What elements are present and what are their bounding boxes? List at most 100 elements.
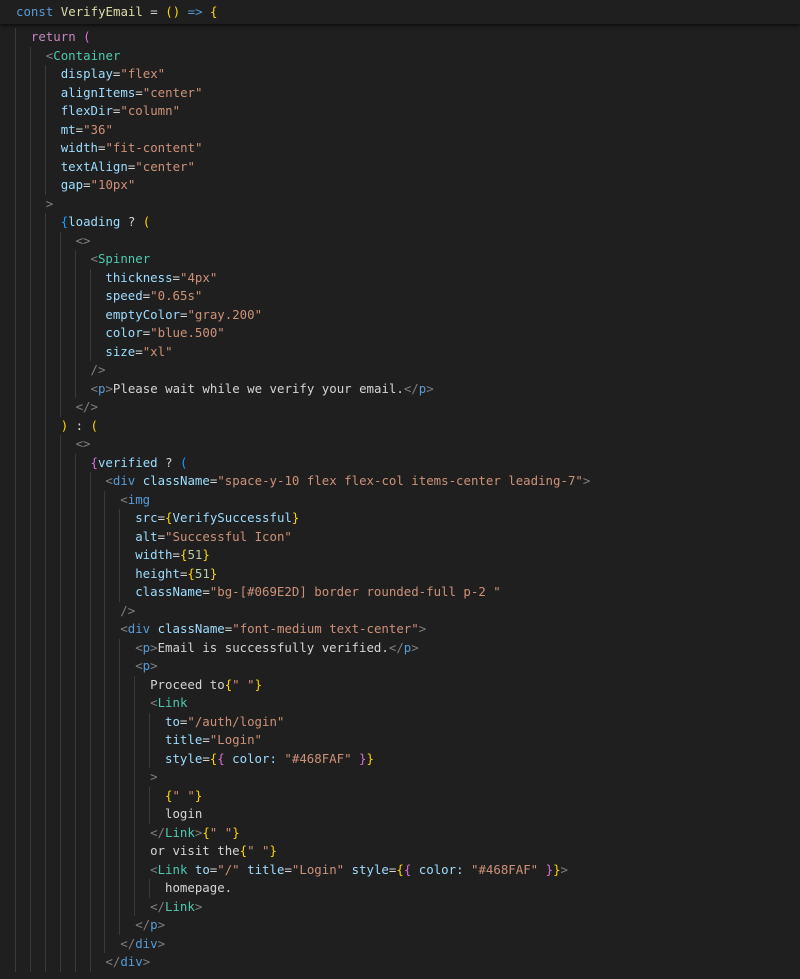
code-line[interactable]: <p>Email is successfully verified.</p> <box>0 638 800 657</box>
code-line[interactable]: alt="Successful Icon" <box>0 527 800 546</box>
code-line[interactable]: className="bg-[#069E2D] border rounded-f… <box>0 583 800 602</box>
sticky-scroll-header[interactable]: const VerifyEmail = () => { <box>0 0 800 24</box>
code-token: gap <box>60 177 84 192</box>
code-token: ? <box>120 214 143 229</box>
code-token: } <box>553 861 561 877</box>
sticky-code-line[interactable]: const VerifyEmail = () => { <box>0 3 218 22</box>
code-line[interactable]: </Link>{" "} <box>0 823 800 842</box>
code-line-content: <Container <box>0 48 121 63</box>
code-line[interactable]: gap="10px" <box>0 176 800 195</box>
code-line[interactable]: </p> <box>0 916 800 935</box>
code-line-content: to="/auth/login" <box>0 714 284 729</box>
code-line-content: {loading ? ( <box>0 214 151 229</box>
code-line[interactable]: </> <box>0 398 800 417</box>
code-line[interactable]: style={{ color: "#468FAF" }} <box>0 749 800 768</box>
code-line[interactable]: title="Login" <box>0 731 800 750</box>
code-line[interactable]: textAlign="center" <box>0 157 800 176</box>
code-line[interactable]: /> <box>0 601 800 620</box>
code-token: textAlign <box>60 158 128 174</box>
code-line[interactable]: return ( <box>0 28 800 47</box>
code-line-content: <img <box>0 492 150 507</box>
code-token: style <box>351 861 389 877</box>
code-line[interactable]: <Spinner <box>0 250 800 269</box>
code-line[interactable]: <p> <box>0 657 800 676</box>
code-line[interactable]: mt="36" <box>0 120 800 139</box>
code-line-content: </div> <box>0 954 150 969</box>
code-line[interactable]: flexDir="column" <box>0 102 800 121</box>
code-line[interactable]: <div className="space-y-10 flex flex-col… <box>0 472 800 491</box>
code-line-content: return ( <box>0 29 91 44</box>
code-line[interactable]: <div className="font-medium text-center"… <box>0 620 800 639</box>
code-token: <> <box>75 436 91 451</box>
code-line-content: width={51} <box>0 547 210 562</box>
code-line[interactable]: alignItems="center" <box>0 83 800 102</box>
code-line[interactable]: </div> <box>0 953 800 972</box>
code-line[interactable]: height={51} <box>0 564 800 583</box>
code-line[interactable]: > <box>0 768 800 787</box>
code-line[interactable]: to="/auth/login" <box>0 712 800 731</box>
code-line[interactable]: <> <box>0 435 800 454</box>
code-line[interactable]: <Container <box>0 46 800 65</box>
code-line[interactable]: <Link to="/" title="Login" style={{ colo… <box>0 860 800 879</box>
code-line-content: /> <box>0 362 106 377</box>
code-lines[interactable]: return ( <Container display="flex" alignIte… <box>0 28 800 972</box>
code-line[interactable]: {" "} <box>0 786 800 805</box>
code-token: > <box>560 861 569 877</box>
code-line[interactable]: emptyColor="gray.200" <box>0 305 800 324</box>
code-token: > <box>157 917 166 932</box>
code-token: Email is successfully verified. <box>157 639 389 655</box>
code-token: "center" <box>135 158 195 174</box>
code-line[interactable]: </div> <box>0 934 800 953</box>
code-token: = <box>157 528 166 544</box>
code-line[interactable]: <> <box>0 231 800 250</box>
code-line[interactable]: homepage. <box>0 879 800 898</box>
code-line[interactable]: src={VerifySuccessful} <box>0 509 800 528</box>
code-token: ( <box>165 4 173 19</box>
code-token: speed <box>105 288 143 303</box>
code-token: } <box>194 787 203 803</box>
code-line[interactable]: <Link <box>0 694 800 713</box>
code-line[interactable]: {loading ? ( <box>0 213 800 232</box>
code-line[interactable]: width="fit-content" <box>0 139 800 158</box>
code-line[interactable]: {verified ? ( <box>0 453 800 472</box>
code-line[interactable]: ) : ( <box>0 416 800 435</box>
code-token: < <box>150 695 158 710</box>
code-line[interactable]: thickness="4px" <box>0 268 800 287</box>
code-token: = <box>75 121 84 137</box>
code-token: color: <box>411 861 471 877</box>
code-token: to <box>165 713 180 729</box>
code-line[interactable]: > <box>0 194 800 213</box>
code-token: = <box>202 750 210 766</box>
code-line[interactable]: width={51} <box>0 546 800 565</box>
code-token: login <box>165 806 203 821</box>
code-line[interactable]: speed="0.65s" <box>0 287 800 306</box>
code-line[interactable]: or visit the{" "} <box>0 842 800 861</box>
code-line-content: <Link <box>0 695 187 710</box>
code-token: p <box>142 658 151 673</box>
code-line[interactable]: login <box>0 805 800 824</box>
code-editor[interactable]: const VerifyEmail = () => { return ( <Con… <box>0 0 800 979</box>
code-line-content: height={51} <box>0 566 217 581</box>
code-token: "space-y-10 flex flex-col items-center l… <box>217 473 583 488</box>
code-line-content: <p>Email is successfully verified.</p> <box>0 640 419 655</box>
code-line[interactable]: display="flex" <box>0 65 800 84</box>
code-token: "blue.500" <box>150 325 225 340</box>
code-line[interactable]: Proceed to{" "} <box>0 675 800 694</box>
code-token: { <box>239 843 248 858</box>
code-token: "center" <box>142 84 203 100</box>
code-token: = <box>284 861 292 877</box>
code-token: "Login" <box>209 732 262 747</box>
code-token: </ <box>403 380 419 396</box>
code-line[interactable]: color="blue.500" <box>0 324 800 343</box>
code-line-content: <Link to="/" title="Login" style={{ colo… <box>0 862 568 877</box>
code-line[interactable]: <img <box>0 490 800 509</box>
code-token: </ <box>105 954 121 969</box>
code-token: alt <box>135 528 158 544</box>
code-line-content: homepage. <box>0 880 232 895</box>
code-line[interactable]: /> <box>0 361 800 380</box>
code-token: Proceed to <box>150 676 225 692</box>
code-line[interactable]: size="xl" <box>0 342 800 361</box>
code-line[interactable]: </Link> <box>0 897 800 916</box>
code-line[interactable]: <p>Please wait while we verify your emai… <box>0 379 800 398</box>
